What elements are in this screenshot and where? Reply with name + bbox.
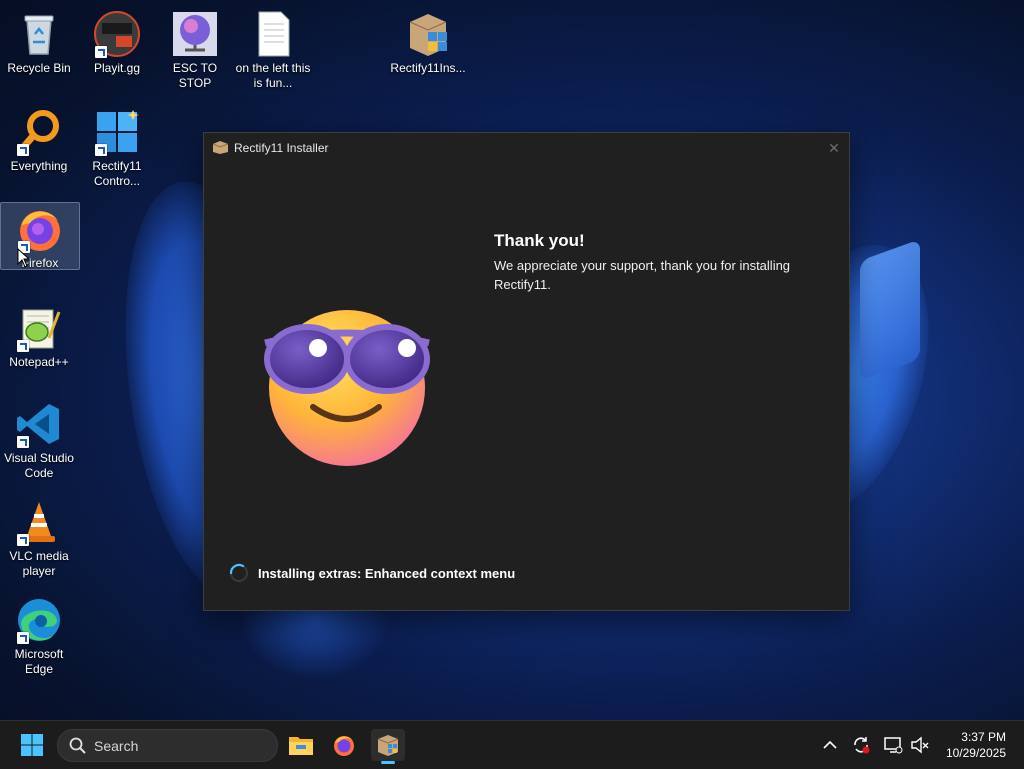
- installer-window: Rectify11 Installer ✕ Thank you! We appr…: [203, 132, 850, 611]
- desktop-icon-label: Everything: [10, 159, 68, 173]
- desktop-icon-label: Visual Studio Code: [4, 451, 74, 480]
- firefox-icon: [16, 205, 64, 253]
- window-title: Rectify11 Installer: [234, 141, 329, 155]
- desktop-icon-text-file[interactable]: on the left this is fun...: [234, 8, 312, 91]
- desktop-icon-esc-to-stop[interactable]: ESC TO STOP: [156, 8, 234, 91]
- desktop-icon-rectify11-installer[interactable]: Rectify11Ins...: [389, 8, 467, 76]
- taskbar-clock[interactable]: 3:37 PM 10/29/2025: [946, 729, 1006, 761]
- progress-spinner-icon: [229, 563, 248, 582]
- edge-icon: [15, 596, 63, 644]
- search-placeholder: Search: [94, 738, 139, 754]
- desktop-icon-label: ESC TO STOP: [172, 61, 218, 90]
- smiling-face-with-sunglasses-icon: [264, 310, 430, 466]
- desktop-icon-vscode[interactable]: Visual Studio Code: [0, 398, 78, 481]
- taskbar-rectify11-installer[interactable]: [371, 729, 405, 764]
- desktop-icon-notepad-plus-plus[interactable]: Notepad++: [0, 302, 78, 370]
- desktop-icon-label: Rectify11Ins...: [390, 61, 466, 75]
- desktop-icon-firefox[interactable]: Firefox: [0, 202, 80, 270]
- installer-app-icon: [213, 141, 228, 154]
- globe-icon: [171, 10, 219, 58]
- package-icon: [377, 735, 399, 756]
- magnifier-icon: [15, 108, 63, 156]
- desktop-icon-label: VLC media player: [9, 549, 69, 578]
- desktop-icon-label: Firefox: [21, 256, 59, 270]
- windows-tiles-icon: [93, 108, 141, 156]
- desktop-icon-everything[interactable]: Everything: [0, 106, 78, 174]
- shortcut-arrow-icon: [95, 46, 107, 58]
- shortcut-arrow-icon: [17, 534, 29, 546]
- desktop-icon-label: Rectify11 Contro...: [92, 159, 142, 188]
- sync-icon[interactable]: [851, 735, 871, 755]
- desktop-icon-playit[interactable]: Playit.gg: [78, 8, 156, 76]
- clock-time: 3:37 PM: [961, 730, 1006, 744]
- desktop-icon-edge[interactable]: Microsoft Edge: [0, 594, 78, 677]
- wallpaper-petal: [860, 239, 920, 381]
- vlc-cone-icon: [15, 498, 63, 546]
- clock-date: 10/29/2025: [945, 746, 1006, 760]
- firefox-icon: [334, 736, 354, 756]
- close-button[interactable]: ✕: [825, 139, 843, 157]
- folder-icon: [289, 737, 313, 755]
- search-icon: [69, 737, 86, 754]
- desktop-icon-label: Recycle Bin: [7, 61, 71, 75]
- mouse-cursor-icon: [17, 248, 29, 268]
- desktop-icon-label: Notepad++: [9, 355, 69, 369]
- desktop-icon-vlc[interactable]: VLC media player: [0, 496, 78, 579]
- playit-logo-icon: [93, 10, 141, 58]
- vscode-icon: [15, 400, 63, 448]
- network-icon[interactable]: [883, 735, 903, 755]
- taskbar: Search 3:37 PM 10/29/2025: [0, 720, 1024, 769]
- chevron-up-icon[interactable]: [820, 735, 840, 755]
- install-status-text: Installing extras: Enhanced context menu: [258, 566, 516, 581]
- recycle-bin-icon: [15, 10, 63, 58]
- notepad-plus-plus-icon: [15, 304, 63, 352]
- volume-muted-icon[interactable]: [910, 735, 930, 755]
- shortcut-arrow-icon: [17, 144, 29, 156]
- thank-you-heading: Thank you!: [494, 231, 585, 250]
- start-button[interactable]: [15, 729, 49, 761]
- desktop-icon-label: on the left this is fun...: [235, 61, 311, 90]
- desktop: Recycle Bin Everything Firefox Notepad++…: [0, 0, 1024, 720]
- shortcut-arrow-icon: [17, 436, 29, 448]
- desktop-icon-label: Playit.gg: [93, 61, 141, 75]
- text-document-icon: [249, 10, 297, 58]
- taskbar-search-box[interactable]: Search: [57, 729, 278, 762]
- taskbar-firefox[interactable]: [327, 729, 361, 761]
- windows-logo-icon: [21, 734, 43, 756]
- desktop-icon-label: Microsoft Edge: [14, 647, 64, 676]
- shortcut-arrow-icon: [17, 632, 29, 644]
- desktop-icon-recycle-bin[interactable]: Recycle Bin: [0, 8, 78, 76]
- shortcut-arrow-icon: [95, 144, 107, 156]
- shortcut-arrow-icon: [17, 340, 29, 352]
- desktop-icon-rectify11-control[interactable]: Rectify11 Contro...: [78, 106, 156, 189]
- title-bar[interactable]: Rectify11 Installer ✕: [204, 133, 849, 163]
- package-icon: [404, 10, 452, 58]
- taskbar-file-explorer[interactable]: [284, 729, 318, 761]
- thank-you-message: We appreciate your support, thank you fo…: [494, 258, 791, 292]
